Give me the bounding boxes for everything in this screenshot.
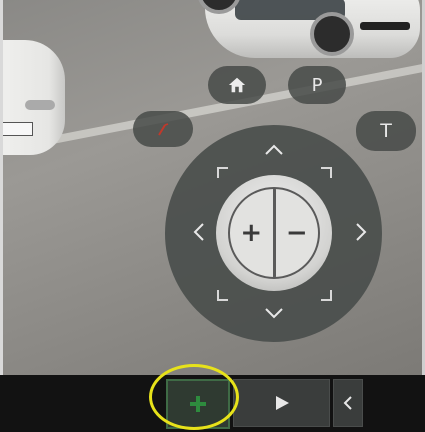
home-position-button[interactable]	[208, 66, 266, 104]
preset-button[interactable]: P	[288, 66, 346, 104]
pan-left-arrow[interactable]	[187, 221, 211, 245]
pan-down-left-corner[interactable]	[217, 290, 228, 301]
focus-wand-icon	[158, 123, 169, 136]
ptz-direction-ring: + −	[165, 125, 382, 342]
plus-icon	[190, 396, 206, 412]
focus-button[interactable]	[133, 111, 193, 147]
zoom-in-button[interactable]: +	[230, 189, 273, 277]
pan-up-left-corner[interactable]	[217, 167, 228, 178]
tour-label: T	[380, 120, 392, 142]
add-button[interactable]	[166, 379, 230, 429]
zoom-out-button[interactable]: −	[272, 189, 319, 277]
pan-down-right-corner[interactable]	[321, 290, 332, 301]
pan-up-arrow[interactable]	[262, 139, 286, 163]
parked-car-right	[197, 0, 420, 58]
home-icon	[228, 77, 246, 93]
collapse-button[interactable]	[333, 379, 363, 427]
play-icon	[275, 396, 289, 410]
pan-up-right-corner[interactable]	[321, 167, 332, 178]
preset-label: P	[311, 74, 323, 96]
pan-down-arrow[interactable]	[262, 304, 286, 328]
pan-right-arrow[interactable]	[349, 221, 373, 245]
chevron-left-icon	[343, 396, 352, 410]
zoom-control: + −	[216, 175, 332, 291]
play-button[interactable]	[233, 379, 330, 427]
bottom-toolbar	[0, 375, 425, 432]
tour-button[interactable]: T	[356, 111, 416, 151]
parked-car-left	[0, 40, 65, 155]
